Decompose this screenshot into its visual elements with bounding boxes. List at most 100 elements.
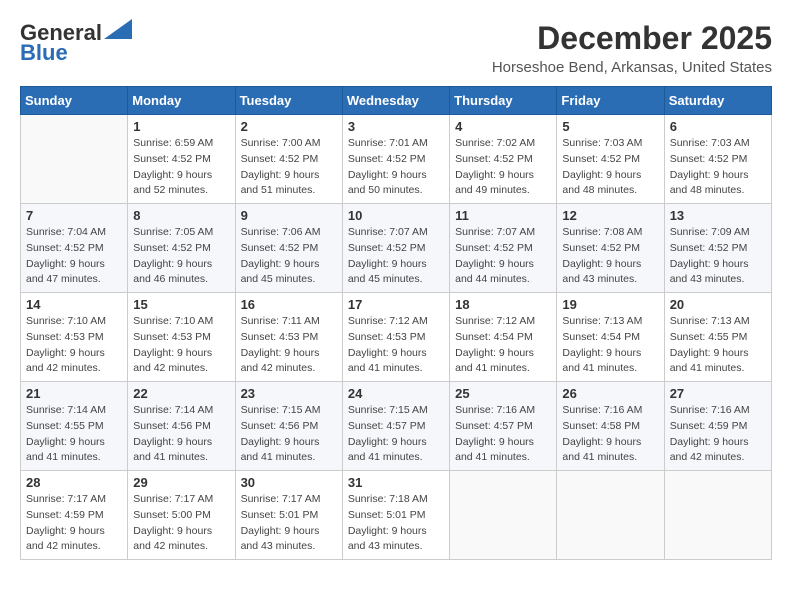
calendar-cell: 5 Sunrise: 7:03 AM Sunset: 4:52 PM Daylig… <box>557 115 664 204</box>
day-info: Sunrise: 7:09 AM Sunset: 4:52 PM Dayligh… <box>670 225 766 288</box>
calendar-week-row: 21 Sunrise: 7:14 AM Sunset: 4:55 PM Dayli… <box>21 382 772 471</box>
day-number: 22 <box>133 386 229 401</box>
day-number: 20 <box>670 297 766 312</box>
day-info: Sunrise: 7:16 AM Sunset: 4:57 PM Dayligh… <box>455 403 551 466</box>
day-number: 6 <box>670 119 766 134</box>
day-number: 2 <box>241 119 337 134</box>
calendar-cell: 6 Sunrise: 7:03 AM Sunset: 4:52 PM Daylig… <box>664 115 771 204</box>
calendar-cell: 12 Sunrise: 7:08 AM Sunset: 4:52 PM Dayli… <box>557 204 664 293</box>
day-info: Sunrise: 7:14 AM Sunset: 4:56 PM Dayligh… <box>133 403 229 466</box>
weekday-header-wednesday: Wednesday <box>342 87 449 115</box>
calendar-cell: 17 Sunrise: 7:12 AM Sunset: 4:53 PM Dayli… <box>342 293 449 382</box>
day-number: 31 <box>348 475 444 490</box>
calendar-cell: 30 Sunrise: 7:17 AM Sunset: 5:01 PM Dayli… <box>235 471 342 560</box>
day-info: Sunrise: 7:03 AM Sunset: 4:52 PM Dayligh… <box>562 136 658 199</box>
calendar-cell: 4Sunrise: 7:02 AM Sunset: 4:52 PM Daylig… <box>450 115 557 204</box>
day-info: Sunrise: 7:17 AM Sunset: 5:01 PM Dayligh… <box>241 492 337 555</box>
calendar-cell: 15 Sunrise: 7:10 AM Sunset: 4:53 PM Dayli… <box>128 293 235 382</box>
day-info: Sunrise: 7:10 AM Sunset: 4:53 PM Dayligh… <box>26 314 122 377</box>
logo-blue: Blue <box>20 40 68 66</box>
calendar-week-row: 14 Sunrise: 7:10 AM Sunset: 4:53 PM Dayli… <box>21 293 772 382</box>
day-info: Sunrise: 7:14 AM Sunset: 4:55 PM Dayligh… <box>26 403 122 466</box>
calendar-cell: 11 Sunrise: 7:07 AM Sunset: 4:52 PM Dayli… <box>450 204 557 293</box>
calendar-cell: 16 Sunrise: 7:11 AM Sunset: 4:53 PM Dayli… <box>235 293 342 382</box>
day-number: 23 <box>241 386 337 401</box>
day-info: Sunrise: 7:11 AM Sunset: 4:53 PM Dayligh… <box>241 314 337 377</box>
calendar-cell: 29 Sunrise: 7:17 AM Sunset: 5:00 PM Dayli… <box>128 471 235 560</box>
calendar-header-row: SundayMondayTuesdayWednesdayThursdayFrid… <box>21 87 772 115</box>
calendar-cell: 25Sunrise: 7:16 AM Sunset: 4:57 PM Dayli… <box>450 382 557 471</box>
day-info: Sunrise: 7:07 AM Sunset: 4:52 PM Dayligh… <box>455 225 551 288</box>
day-info: Sunrise: 7:15 AM Sunset: 4:57 PM Dayligh… <box>348 403 444 466</box>
calendar-cell: 18Sunrise: 7:12 AM Sunset: 4:54 PM Dayli… <box>450 293 557 382</box>
day-number: 21 <box>26 386 122 401</box>
day-number: 29 <box>133 475 229 490</box>
calendar-cell <box>664 471 771 560</box>
weekday-header-sunday: Sunday <box>21 87 128 115</box>
weekday-header-friday: Friday <box>557 87 664 115</box>
day-info: Sunrise: 7:15 AM Sunset: 4:56 PM Dayligh… <box>241 403 337 466</box>
calendar-cell: 24 Sunrise: 7:15 AM Sunset: 4:57 PM Dayli… <box>342 382 449 471</box>
calendar-cell: 13 Sunrise: 7:09 AM Sunset: 4:52 PM Dayli… <box>664 204 771 293</box>
title-block: December 2025 Horseshoe Bend, Arkansas, … <box>492 20 772 76</box>
day-info: Sunrise: 7:03 AM Sunset: 4:52 PM Dayligh… <box>670 136 766 199</box>
day-info: Sunrise: 7:06 AM Sunset: 4:52 PM Dayligh… <box>241 225 337 288</box>
page-header: General Blue December 2025 Horseshoe Ben… <box>20 20 772 76</box>
weekday-header-thursday: Thursday <box>450 87 557 115</box>
day-number: 19 <box>562 297 658 312</box>
calendar-cell: 27Sunrise: 7:16 AM Sunset: 4:59 PM Dayli… <box>664 382 771 471</box>
calendar-cell: 26Sunrise: 7:16 AM Sunset: 4:58 PM Dayli… <box>557 382 664 471</box>
calendar-week-row: 7Sunrise: 7:04 AM Sunset: 4:52 PM Daylig… <box>21 204 772 293</box>
day-number: 7 <box>26 208 122 223</box>
weekday-header-saturday: Saturday <box>664 87 771 115</box>
calendar-cell <box>21 115 128 204</box>
day-info: Sunrise: 7:13 AM Sunset: 4:54 PM Dayligh… <box>562 314 658 377</box>
day-info: Sunrise: 7:08 AM Sunset: 4:52 PM Dayligh… <box>562 225 658 288</box>
logo: General Blue <box>20 20 132 66</box>
day-number: 18 <box>455 297 551 312</box>
day-number: 26 <box>562 386 658 401</box>
day-number: 11 <box>455 208 551 223</box>
day-number: 12 <box>562 208 658 223</box>
calendar-cell: 14 Sunrise: 7:10 AM Sunset: 4:53 PM Dayli… <box>21 293 128 382</box>
calendar-cell: 10 Sunrise: 7:07 AM Sunset: 4:52 PM Dayli… <box>342 204 449 293</box>
day-number: 24 <box>348 386 444 401</box>
day-number: 16 <box>241 297 337 312</box>
calendar-table: SundayMondayTuesdayWednesdayThursdayFrid… <box>20 86 772 560</box>
day-number: 10 <box>348 208 444 223</box>
main-title: December 2025 <box>492 20 772 57</box>
day-number: 17 <box>348 297 444 312</box>
day-info: Sunrise: 7:02 AM Sunset: 4:52 PM Dayligh… <box>455 136 551 199</box>
day-info: Sunrise: 7:17 AM Sunset: 4:59 PM Dayligh… <box>26 492 122 555</box>
day-info: Sunrise: 7:07 AM Sunset: 4:52 PM Dayligh… <box>348 225 444 288</box>
calendar-week-row: 1 Sunrise: 6:59 AM Sunset: 4:52 PM Daylig… <box>21 115 772 204</box>
day-number: 14 <box>26 297 122 312</box>
calendar-cell: 19 Sunrise: 7:13 AM Sunset: 4:54 PM Dayli… <box>557 293 664 382</box>
day-number: 5 <box>562 119 658 134</box>
day-info: Sunrise: 7:16 AM Sunset: 4:59 PM Dayligh… <box>670 403 766 466</box>
day-number: 13 <box>670 208 766 223</box>
calendar-cell: 7Sunrise: 7:04 AM Sunset: 4:52 PM Daylig… <box>21 204 128 293</box>
day-info: Sunrise: 7:12 AM Sunset: 4:53 PM Dayligh… <box>348 314 444 377</box>
day-info: Sunrise: 7:18 AM Sunset: 5:01 PM Dayligh… <box>348 492 444 555</box>
day-info: Sunrise: 7:01 AM Sunset: 4:52 PM Dayligh… <box>348 136 444 199</box>
calendar-cell: 9 Sunrise: 7:06 AM Sunset: 4:52 PM Daylig… <box>235 204 342 293</box>
calendar-week-row: 28Sunrise: 7:17 AM Sunset: 4:59 PM Dayli… <box>21 471 772 560</box>
day-number: 8 <box>133 208 229 223</box>
day-number: 1 <box>133 119 229 134</box>
logo-icon <box>104 19 132 39</box>
day-info: Sunrise: 6:59 AM Sunset: 4:52 PM Dayligh… <box>133 136 229 199</box>
calendar-cell: 31 Sunrise: 7:18 AM Sunset: 5:01 PM Dayli… <box>342 471 449 560</box>
day-info: Sunrise: 7:13 AM Sunset: 4:55 PM Dayligh… <box>670 314 766 377</box>
calendar-cell: 1 Sunrise: 6:59 AM Sunset: 4:52 PM Daylig… <box>128 115 235 204</box>
weekday-header-monday: Monday <box>128 87 235 115</box>
day-number: 15 <box>133 297 229 312</box>
subtitle: Horseshoe Bend, Arkansas, United States <box>492 59 772 76</box>
day-info: Sunrise: 7:10 AM Sunset: 4:53 PM Dayligh… <box>133 314 229 377</box>
calendar-cell: 21 Sunrise: 7:14 AM Sunset: 4:55 PM Dayli… <box>21 382 128 471</box>
day-number: 30 <box>241 475 337 490</box>
day-info: Sunrise: 7:17 AM Sunset: 5:00 PM Dayligh… <box>133 492 229 555</box>
calendar-cell: 2Sunrise: 7:00 AM Sunset: 4:52 PM Daylig… <box>235 115 342 204</box>
day-number: 9 <box>241 208 337 223</box>
calendar-cell: 22 Sunrise: 7:14 AM Sunset: 4:56 PM Dayli… <box>128 382 235 471</box>
